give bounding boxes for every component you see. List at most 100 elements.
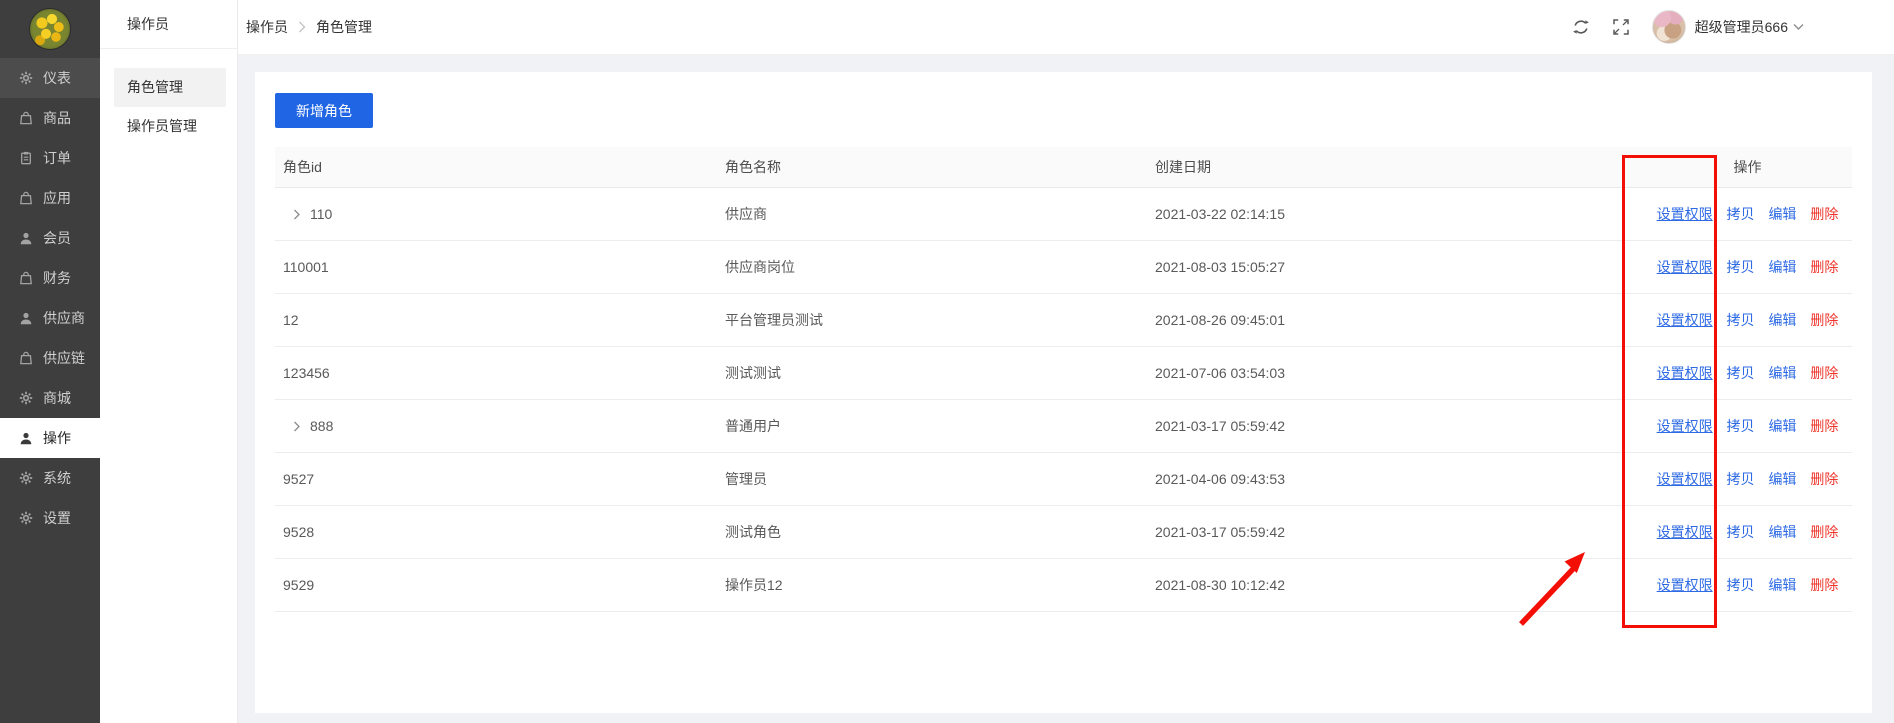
column-header-created-date: 创建日期 xyxy=(1155,157,1643,177)
submenu-item-角色管理[interactable]: 角色管理 xyxy=(114,68,226,107)
sidebar-item-label: 设置 xyxy=(43,508,71,528)
delete-link[interactable]: 删除 xyxy=(1810,524,1838,540)
chevron-down-icon xyxy=(1793,23,1804,31)
sidebar-item-系统[interactable]: 系统 xyxy=(0,458,100,498)
role-id-cell: 123456 xyxy=(283,365,330,381)
delete-link[interactable]: 删除 xyxy=(1810,259,1838,275)
edit-link[interactable]: 编辑 xyxy=(1768,365,1796,381)
set-permissions-link[interactable]: 设置权限 xyxy=(1657,259,1713,275)
sidebar-item-供应商[interactable]: 供应商 xyxy=(0,298,100,338)
gear-icon xyxy=(19,471,33,485)
copy-link[interactable]: 拷贝 xyxy=(1727,206,1755,222)
table-row: 9527 管理员 2021-04-06 09:43:53 设置权限 拷贝 编辑 … xyxy=(275,453,1852,506)
delete-link[interactable]: 删除 xyxy=(1810,365,1838,381)
edit-link[interactable]: 编辑 xyxy=(1768,206,1796,222)
created-date-cell: 2021-08-30 10:12:42 xyxy=(1155,577,1643,593)
set-permissions-link[interactable]: 设置权限 xyxy=(1657,206,1713,222)
sidebar-item-订单[interactable]: 订单 xyxy=(0,138,100,178)
row-actions: 设置权限 拷贝 编辑 删除 xyxy=(1643,575,1852,595)
sidebar-item-label: 操作 xyxy=(43,428,71,448)
sidebar-item-商城[interactable]: 商城 xyxy=(0,378,100,418)
bag-icon xyxy=(19,271,33,285)
copy-link[interactable]: 拷贝 xyxy=(1727,471,1755,487)
edit-link[interactable]: 编辑 xyxy=(1768,418,1796,434)
user-avatar[interactable] xyxy=(1652,10,1686,44)
submenu-item-操作员管理[interactable]: 操作员管理 xyxy=(114,107,226,146)
set-permissions-link[interactable]: 设置权限 xyxy=(1657,312,1713,328)
table-row: 9529 操作员12 2021-08-30 10:12:42 设置权限 拷贝 编… xyxy=(275,559,1852,612)
sidebar-item-应用[interactable]: 应用 xyxy=(0,178,100,218)
role-name-cell: 操作员12 xyxy=(725,575,1155,595)
sidebar-item-label: 系统 xyxy=(43,468,71,488)
sidebar-item-label: 订单 xyxy=(43,148,71,168)
expand-chevron-icon[interactable] xyxy=(293,209,301,220)
copy-link[interactable]: 拷贝 xyxy=(1727,418,1755,434)
created-date-cell: 2021-08-03 15:05:27 xyxy=(1155,259,1643,275)
copy-link[interactable]: 拷贝 xyxy=(1727,524,1755,540)
sidebar-item-供应链[interactable]: 供应链 xyxy=(0,338,100,378)
topbar-right: 超级管理员666 xyxy=(1550,10,1894,44)
breadcrumb-item-current[interactable]: 角色管理 xyxy=(316,17,372,37)
delete-link[interactable]: 删除 xyxy=(1810,312,1838,328)
set-permissions-link[interactable]: 设置权限 xyxy=(1657,577,1713,593)
secondary-sidebar: 操作员 角色管理操作员管理 xyxy=(100,0,238,723)
primary-sidebar: 仪表 商品 订单 xyxy=(0,0,100,723)
table-row: 888 普通用户 2021-03-17 05:59:42 设置权限 拷贝 编辑 … xyxy=(275,400,1852,453)
sidebar-item-仪表[interactable]: 仪表 xyxy=(0,58,100,98)
edit-link[interactable]: 编辑 xyxy=(1768,524,1796,540)
role-name-cell: 供应商 xyxy=(725,204,1155,224)
edit-link[interactable]: 编辑 xyxy=(1768,312,1796,328)
logo-wrap xyxy=(0,0,100,58)
delete-link[interactable]: 删除 xyxy=(1810,577,1838,593)
set-permissions-link[interactable]: 设置权限 xyxy=(1657,471,1713,487)
delete-link[interactable]: 删除 xyxy=(1810,471,1838,487)
add-role-button[interactable]: 新增角色 xyxy=(275,93,373,128)
submenu-title: 操作员 xyxy=(100,0,237,49)
delete-link[interactable]: 删除 xyxy=(1810,418,1838,434)
table-body: 110 供应商 2021-03-22 02:14:15 设置权限 拷贝 编辑 删… xyxy=(275,188,1852,612)
copy-link[interactable]: 拷贝 xyxy=(1727,577,1755,593)
role-id-cell: 9528 xyxy=(283,524,314,540)
row-actions: 设置权限 拷贝 编辑 删除 xyxy=(1643,204,1852,224)
role-name-cell: 平台管理员测试 xyxy=(725,310,1155,330)
column-header-role-name: 角色名称 xyxy=(725,157,1155,177)
sidebar-item-label: 财务 xyxy=(43,268,71,288)
row-actions: 设置权限 拷贝 编辑 删除 xyxy=(1643,522,1852,542)
created-date-cell: 2021-03-22 02:14:15 xyxy=(1155,206,1643,222)
app-logo[interactable] xyxy=(29,8,71,50)
breadcrumb-item-parent[interactable]: 操作员 xyxy=(246,17,288,37)
table-row: 110 供应商 2021-03-22 02:14:15 设置权限 拷贝 编辑 删… xyxy=(275,188,1852,241)
sidebar-item-label: 仪表 xyxy=(43,68,71,88)
sidebar-item-操作[interactable]: 操作 xyxy=(0,418,100,458)
sidebar-item-设置[interactable]: 设置 xyxy=(0,498,100,538)
edit-link[interactable]: 编辑 xyxy=(1768,471,1796,487)
user-menu[interactable]: 超级管理员666 xyxy=(1695,17,1804,37)
set-permissions-link[interactable]: 设置权限 xyxy=(1657,418,1713,434)
sidebar-item-商品[interactable]: 商品 xyxy=(0,98,100,138)
set-permissions-link[interactable]: 设置权限 xyxy=(1657,365,1713,381)
edit-link[interactable]: 编辑 xyxy=(1768,577,1796,593)
bag-icon xyxy=(19,351,33,365)
table-row: 123456 测试测试 2021-07-06 03:54:03 设置权限 拷贝 … xyxy=(275,347,1852,400)
user-icon xyxy=(19,311,33,325)
created-date-cell: 2021-08-26 09:45:01 xyxy=(1155,312,1643,328)
column-header-role-id: 角色id xyxy=(275,157,725,177)
copy-link[interactable]: 拷贝 xyxy=(1727,312,1755,328)
row-actions: 设置权限 拷贝 编辑 删除 xyxy=(1643,310,1852,330)
delete-link[interactable]: 删除 xyxy=(1810,206,1838,222)
sidebar-item-会员[interactable]: 会员 xyxy=(0,218,100,258)
copy-link[interactable]: 拷贝 xyxy=(1727,365,1755,381)
primary-nav: 仪表 商品 订单 xyxy=(0,58,100,538)
fullscreen-icon[interactable] xyxy=(1612,18,1630,36)
role-management-card: 新增角色 角色id 角色名称 创建日期 操作 110 供应商 2021-03-2… xyxy=(255,72,1872,713)
refresh-icon[interactable] xyxy=(1572,18,1590,36)
edit-link[interactable]: 编辑 xyxy=(1768,259,1796,275)
sidebar-item-财务[interactable]: 财务 xyxy=(0,258,100,298)
expand-chevron-icon[interactable] xyxy=(293,421,301,432)
column-header-actions: 操作 xyxy=(1643,157,1852,177)
copy-link[interactable]: 拷贝 xyxy=(1727,259,1755,275)
chevron-right-icon xyxy=(298,21,306,33)
sidebar-item-label: 供应商 xyxy=(43,308,85,328)
set-permissions-link[interactable]: 设置权限 xyxy=(1657,524,1713,540)
role-id-cell: 110001 xyxy=(283,259,329,275)
